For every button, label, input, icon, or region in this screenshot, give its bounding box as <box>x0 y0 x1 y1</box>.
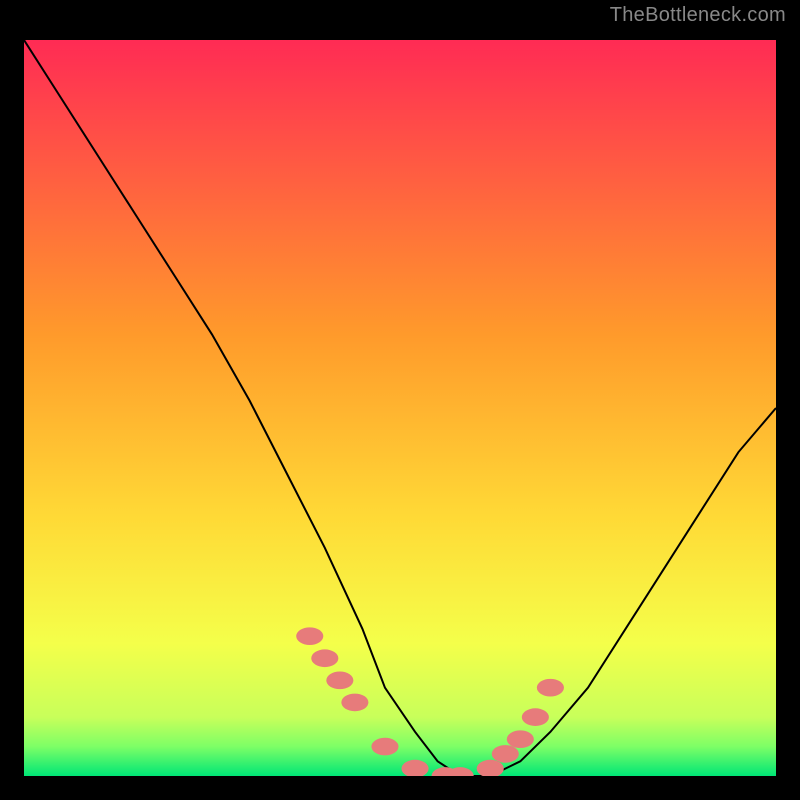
marker-dot <box>311 649 338 667</box>
bottleneck-chart <box>24 40 776 776</box>
chart-frame <box>12 28 788 788</box>
chart-inner <box>24 40 776 776</box>
marker-dot <box>537 679 564 697</box>
marker-dot <box>492 745 519 763</box>
gradient-background <box>24 40 776 776</box>
marker-dot <box>507 730 534 748</box>
watermark-text: TheBottleneck.com <box>610 4 786 27</box>
marker-dot <box>326 671 353 689</box>
marker-dot <box>522 708 549 726</box>
marker-dot <box>341 694 368 712</box>
marker-dot <box>371 738 398 756</box>
marker-dot <box>296 627 323 645</box>
